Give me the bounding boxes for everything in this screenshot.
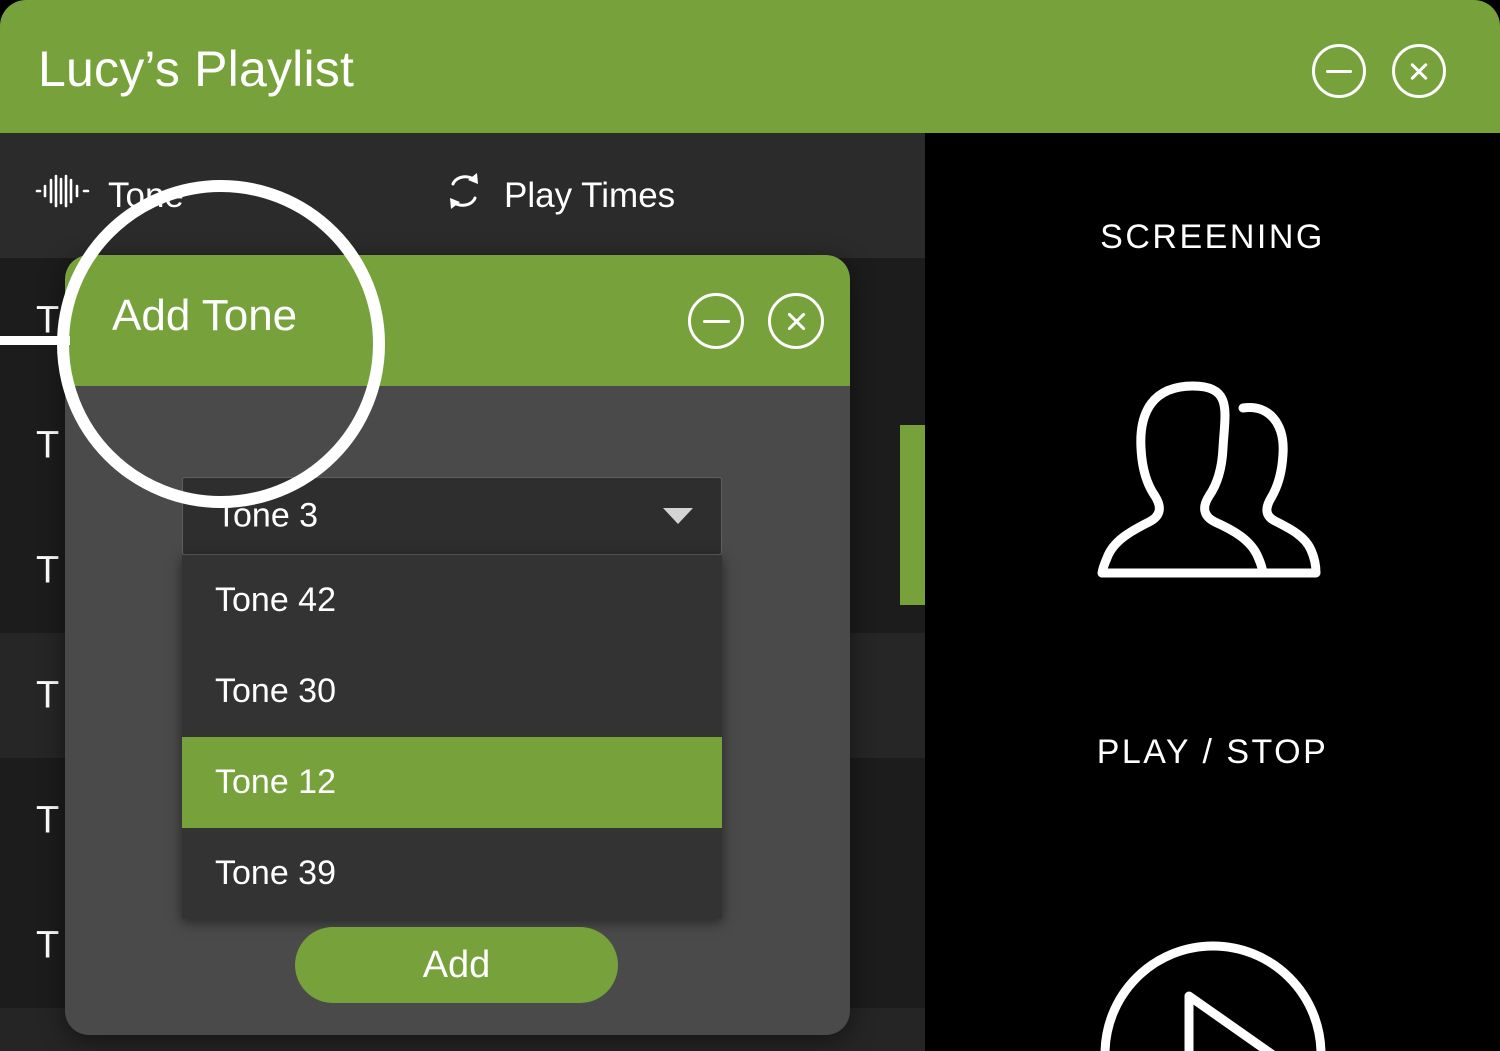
window-titlebar: Lucy’s Playlist [0, 0, 1500, 133]
add-button[interactable]: Add [295, 927, 618, 1003]
dialog-close-icon[interactable] [768, 293, 824, 349]
dialog-window-controls [688, 293, 824, 349]
chevron-down-icon [663, 508, 693, 524]
window-controls [1312, 44, 1446, 98]
row-label: T [36, 924, 60, 966]
row-label: T [36, 799, 60, 841]
list-item[interactable]: Tone 42 [182, 555, 722, 646]
people-icon[interactable] [1093, 368, 1333, 588]
waveform-icon [34, 174, 92, 217]
tone-select-options: Tone 42 Tone 30 Tone 12 Tone 39 [182, 555, 722, 919]
tab-play-times-label: Play Times [504, 175, 676, 215]
list-item[interactable]: Tone 39 [182, 828, 722, 919]
row-label: T [36, 549, 60, 591]
app-window: Lucy’s Playlist Tone Play Times T T T T … [0, 0, 1500, 1051]
dialog-minimize-icon[interactable] [688, 293, 744, 349]
dialog-titlebar: Add Tone [65, 255, 850, 386]
tone-select-value: Tone 3 [216, 496, 319, 535]
close-icon[interactable] [1392, 44, 1446, 98]
tab-play-times[interactable]: Play Times [440, 133, 675, 258]
row-label: T [36, 424, 60, 466]
add-tone-dialog: Add Tone Tone 3 Tone 42 Tone 30 Tone 12 … [65, 255, 850, 1035]
list-item[interactable]: Tone 30 [182, 646, 722, 737]
page-title: Lucy’s Playlist [38, 41, 355, 97]
dialog-title: Add Tone [112, 291, 298, 340]
row-label: T [36, 674, 60, 716]
screening-label: SCREENING [1100, 218, 1325, 256]
repeat-icon [440, 167, 488, 224]
playstop-label: PLAY / STOP [1096, 733, 1329, 771]
tab-tone-label: Tone [108, 175, 184, 215]
tab-tone[interactable]: Tone [34, 133, 184, 258]
side-panel: SCREENING PLAY / STOP [925, 133, 1500, 1051]
row-label: T [36, 299, 60, 341]
tab-bar: Tone Play Times [0, 133, 925, 258]
minimize-icon[interactable] [1312, 44, 1366, 98]
play-circle-icon[interactable] [1097, 938, 1329, 1051]
row-accent-bar [900, 425, 925, 605]
tone-select[interactable]: Tone 3 [182, 477, 722, 555]
list-item[interactable]: Tone 12 [182, 737, 722, 828]
